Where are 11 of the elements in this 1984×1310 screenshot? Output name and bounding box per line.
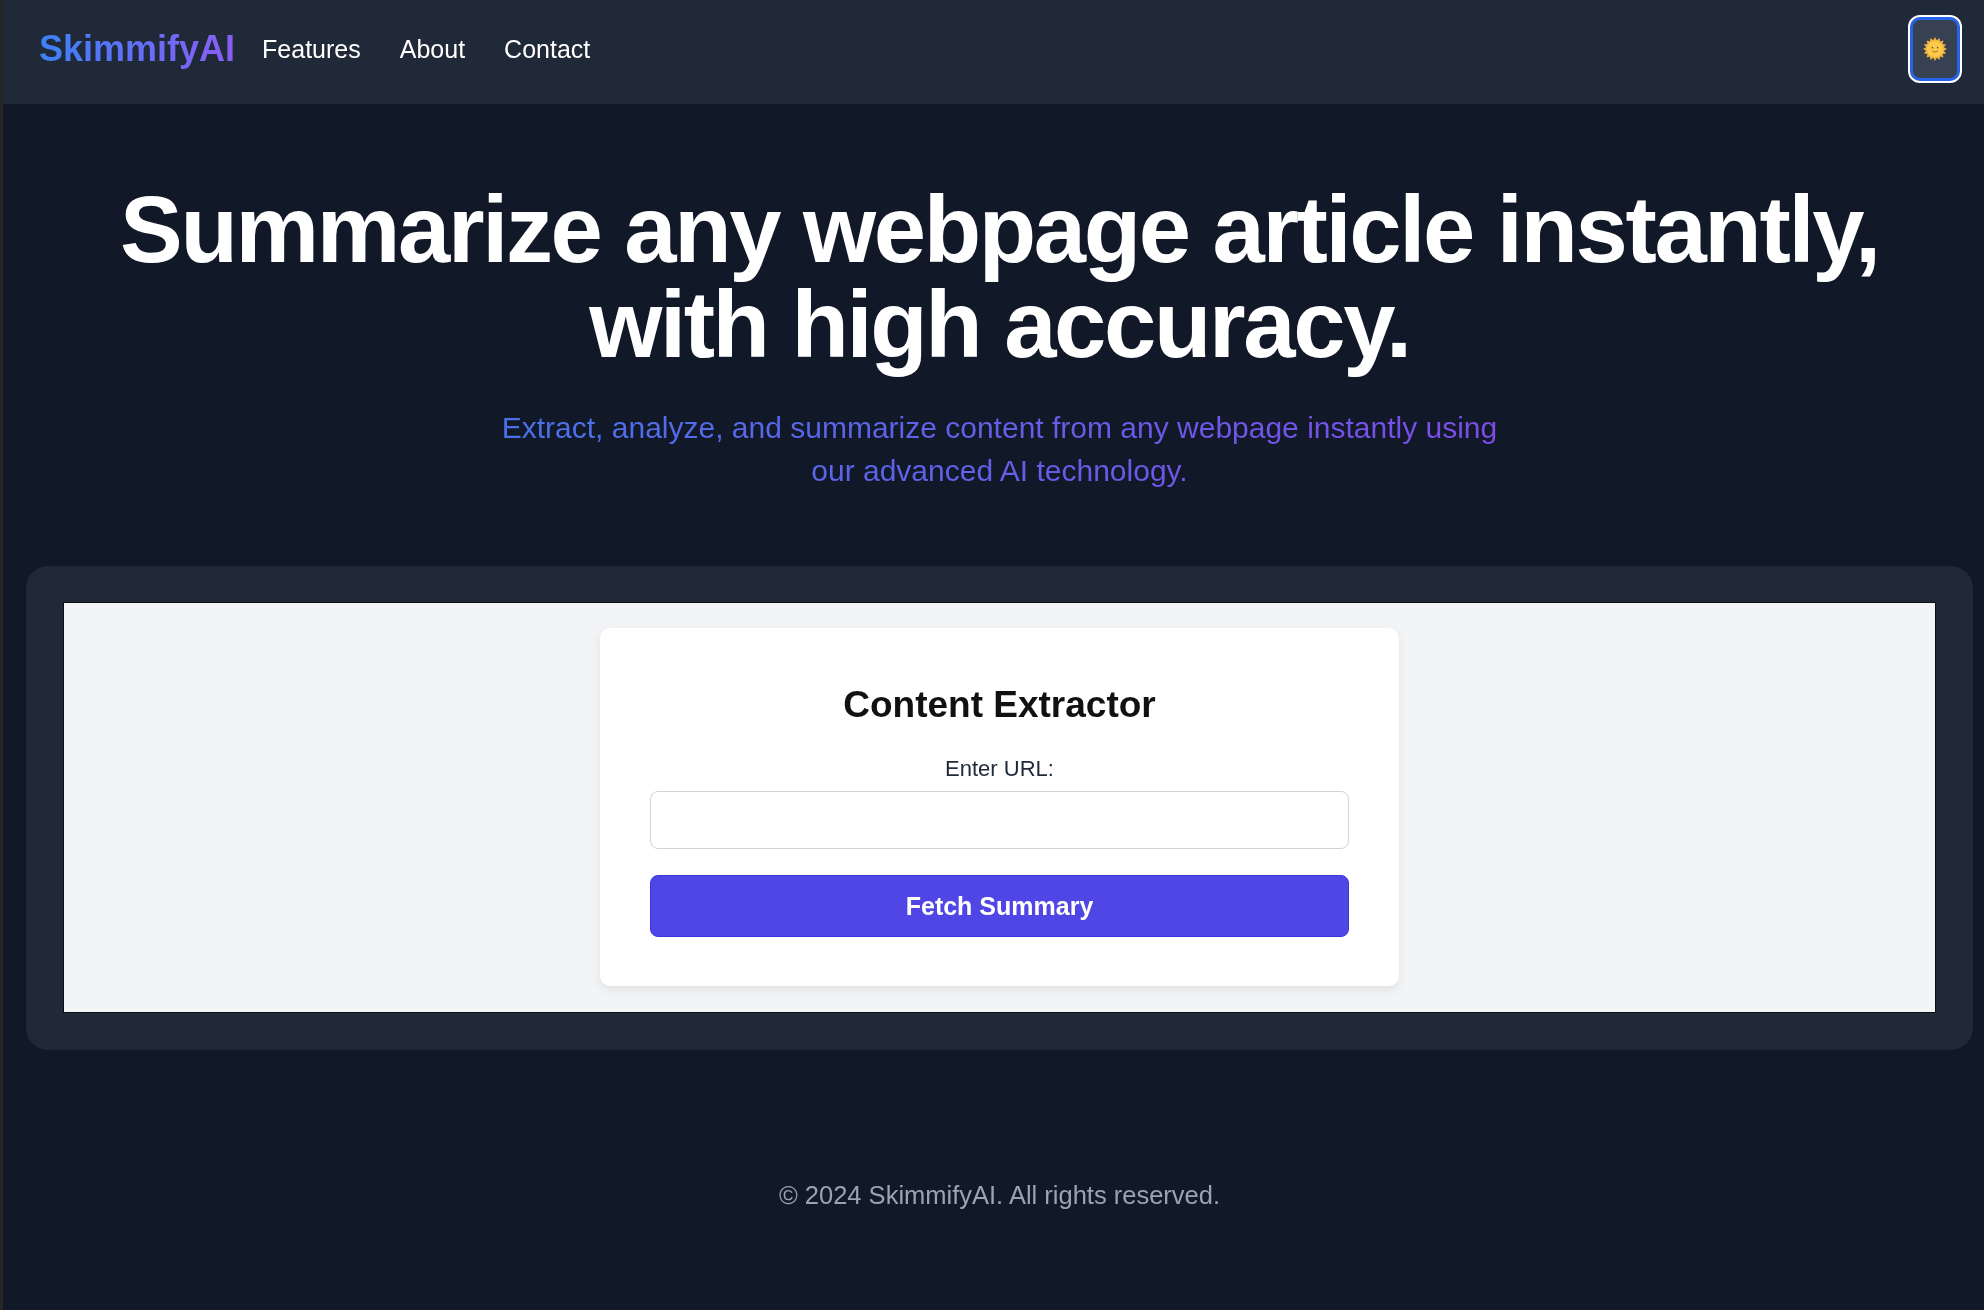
nav-link[interactable]: About bbox=[399, 32, 466, 65]
hero-heading: Summarize any webpage article instantly, with high accuracy. bbox=[119, 176, 1880, 379]
card-title: Content Extractor bbox=[842, 683, 1157, 727]
fetch-summary-button[interactable]: Fetch Summary bbox=[650, 875, 1349, 937]
nav-link[interactable]: Contact bbox=[504, 32, 591, 65]
theme-toggle-button[interactable] bbox=[1908, 14, 1962, 83]
url-input-field[interactable] bbox=[650, 791, 1349, 849]
url-label: Enter URL: bbox=[944, 755, 1055, 783]
copyright-text: © 2024 SkimmifyAI. All rights reserved. bbox=[778, 1180, 1221, 1211]
sun-icon bbox=[1923, 36, 1947, 61]
nav-link[interactable]: Features bbox=[262, 32, 361, 65]
